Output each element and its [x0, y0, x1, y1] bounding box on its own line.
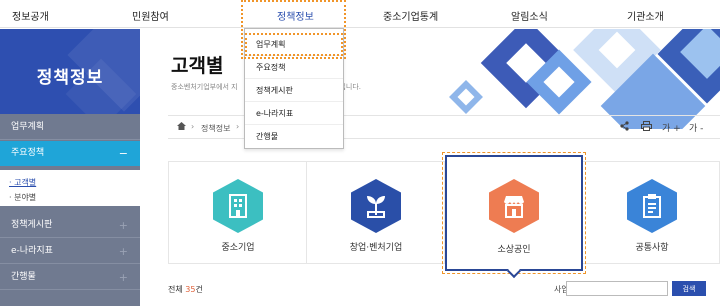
- submenu-item-by-field[interactable]: · 분야별: [9, 192, 36, 203]
- sidebar-item-publications[interactable]: 간행물 +: [0, 265, 140, 290]
- sidebar-item-label: e-나라지표: [11, 246, 53, 256]
- sidebar-item-policy-board[interactable]: 정책게시판 +: [0, 213, 140, 238]
- sidebar: 정책정보 업무계획 주요정책 − · 고객별 · 분야별 정책게시판 + e-나…: [0, 29, 140, 306]
- sidebar-item-e-indicators[interactable]: e-나라지표 +: [0, 239, 140, 264]
- collapse-icon[interactable]: −: [119, 141, 128, 166]
- search-button[interactable]: 검색: [672, 281, 706, 296]
- card-label: 창업·벤처기업: [349, 243, 403, 253]
- sidebar-item-label: 간행물: [11, 272, 36, 282]
- page-description: 중소벤처기업부에서 지: [171, 83, 238, 91]
- main-content: 고객별 중소벤처기업부에서 지 드립니다. › 정책정보 › 주 가 + 가 -: [140, 29, 720, 306]
- submenu-item-by-customer[interactable]: · 고객별: [9, 177, 36, 188]
- count-prefix: 전체: [168, 285, 186, 294]
- topnav-civil-participation[interactable]: 민원참여: [132, 8, 169, 23]
- sidebar-item-work-plan[interactable]: 업무계획: [0, 115, 140, 140]
- topnav-policy-info[interactable]: 정책정보: [277, 8, 314, 23]
- customer-category-cards: 중소기업 창업·벤처기업 소상공인 공통사항: [168, 152, 720, 279]
- sidebar-item-label: 업무계획: [11, 122, 45, 132]
- policy-info-dropdown: 업무계획 주요정책 정책게시판 e-나라지표 간행물: [244, 28, 344, 149]
- font-size-up-button[interactable]: 가 +: [662, 121, 681, 134]
- topnav-info-disclosure[interactable]: 정보공개: [12, 8, 49, 23]
- page-title: 고객별: [171, 55, 224, 77]
- breadcrumb-policy-info[interactable]: 정책정보: [201, 123, 230, 134]
- sidebar-header: 정책정보: [0, 29, 140, 114]
- expand-icon[interactable]: +: [119, 213, 128, 238]
- decorative-banner: [436, 29, 720, 129]
- home-icon[interactable]: [177, 122, 186, 132]
- font-size-down-button[interactable]: 가 -: [689, 121, 703, 134]
- dropdown-item-key-policy[interactable]: 주요정책: [245, 56, 343, 79]
- result-count: 전체 35건: [168, 284, 203, 295]
- hexagon-badge: [627, 179, 677, 233]
- card-label: 소상공인: [497, 245, 531, 255]
- sidebar-item-key-policy[interactable]: 주요정책 −: [0, 141, 140, 166]
- selected-pointer: [506, 263, 522, 279]
- sidebar-title: 정책정보: [36, 68, 104, 88]
- share-icon[interactable]: [620, 121, 629, 134]
- shop-icon: [504, 196, 524, 218]
- count-suffix: 건: [195, 285, 203, 294]
- topnav-sme-statistics[interactable]: 중소기업통계: [383, 8, 438, 23]
- hexagon-badge: [489, 179, 539, 233]
- sidebar-item-label: 정책게시판: [11, 220, 53, 230]
- chevron-right-icon: ›: [236, 122, 240, 131]
- card-small-business[interactable]: 소상공인: [442, 152, 586, 279]
- search-input[interactable]: [566, 281, 668, 296]
- sidebar-item-label: 주요정책: [11, 148, 45, 158]
- dropdown-item-work-plan[interactable]: 업무계획: [245, 33, 343, 56]
- card-common[interactable]: 공통사항: [583, 162, 720, 263]
- sidebar-submenu: · 고객별 · 분야별: [0, 170, 140, 206]
- clipboard-icon: [643, 194, 661, 218]
- topnav-news[interactable]: 알림소식: [511, 8, 548, 23]
- card-label: 공통사항: [635, 243, 669, 253]
- hexagon-badge: [351, 179, 401, 233]
- hexagon-badge: [213, 179, 263, 233]
- count-number: 35: [185, 285, 196, 294]
- card-startup-venture[interactable]: 창업·벤처기업: [307, 162, 445, 263]
- dropdown-item-policy-board[interactable]: 정책게시판: [245, 79, 343, 102]
- building-icon: [229, 194, 247, 218]
- top-navigation: 정보공개 민원참여 정책정보 중소기업통계 알림소식 기관소개: [0, 0, 720, 28]
- expand-icon[interactable]: +: [119, 239, 128, 264]
- sprout-icon: [367, 196, 385, 218]
- card-sme[interactable]: 중소기업: [169, 162, 307, 263]
- dropdown-item-e-indicators[interactable]: e-나라지표: [245, 102, 343, 125]
- chevron-right-icon: ›: [191, 122, 195, 131]
- expand-icon[interactable]: +: [119, 265, 128, 290]
- dropdown-item-publications[interactable]: 간행물: [245, 125, 343, 148]
- topnav-about[interactable]: 기관소개: [627, 8, 664, 23]
- print-icon[interactable]: [641, 121, 652, 134]
- card-label: 중소기업: [221, 243, 255, 253]
